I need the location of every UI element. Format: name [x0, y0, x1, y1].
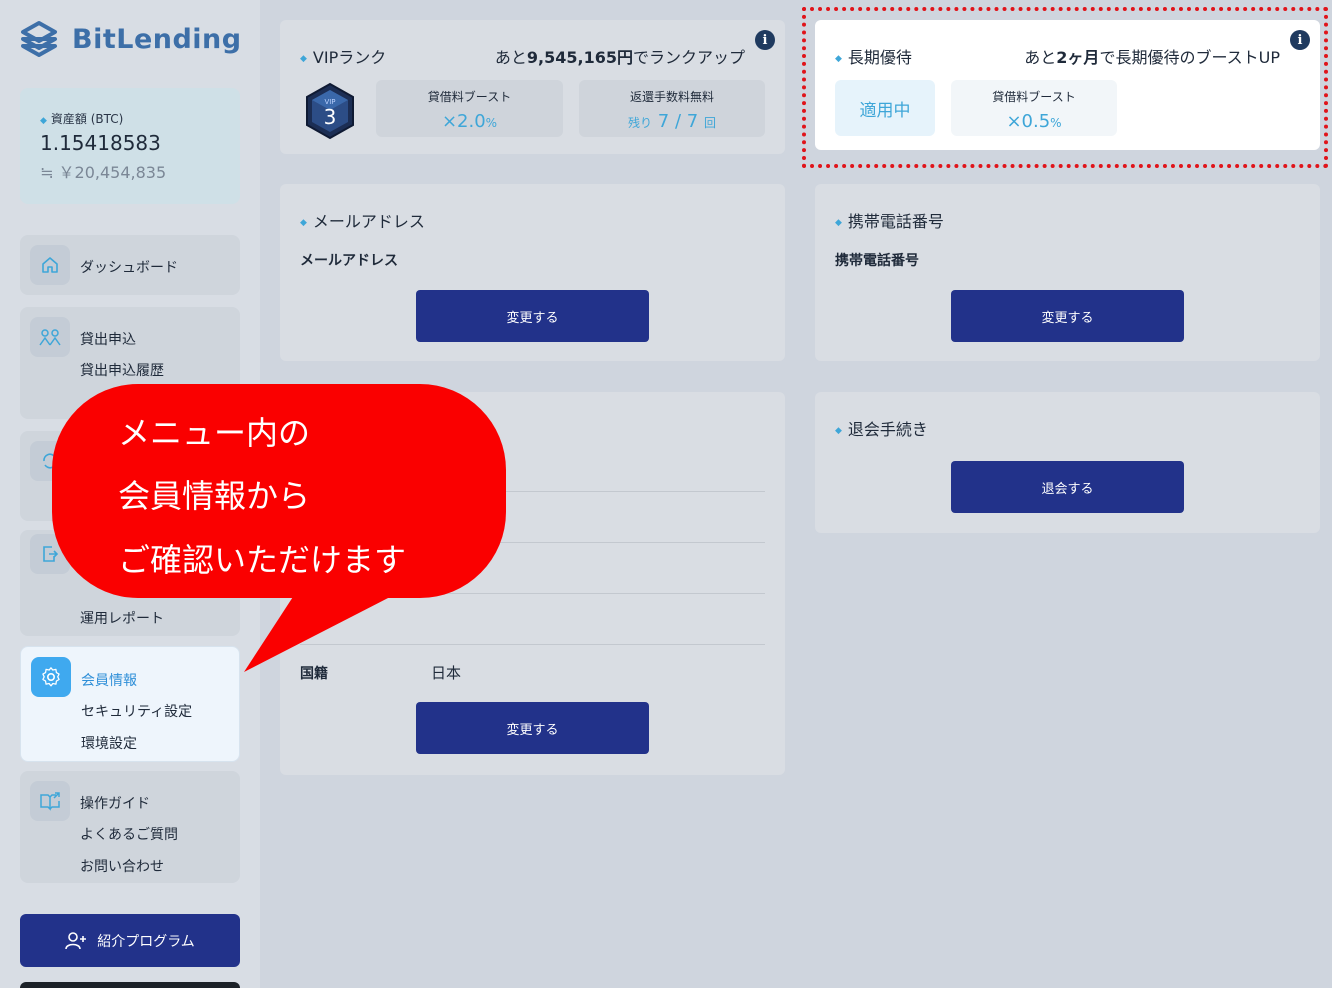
- callout-bubble: メニュー内の 会員情報から ご確認いただけます: [52, 384, 506, 598]
- callout-line-2: 会員情報から: [118, 477, 311, 515]
- callout-line-1: メニュー内の: [118, 414, 311, 452]
- callout-line-3: ご確認いただけます: [118, 541, 407, 579]
